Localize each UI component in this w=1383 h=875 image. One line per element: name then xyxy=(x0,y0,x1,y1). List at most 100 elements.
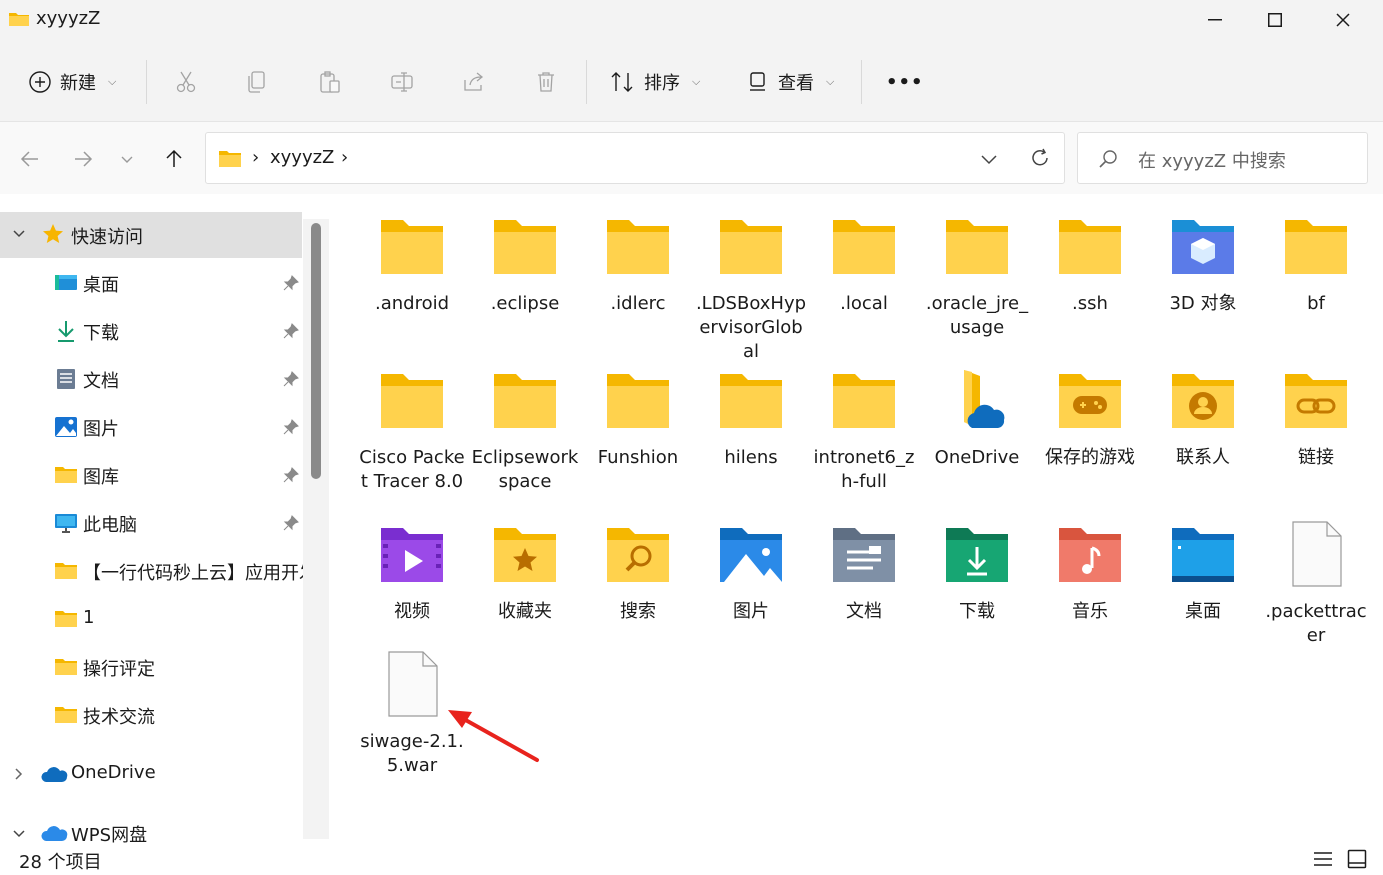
file-item[interactable]: 联系人 xyxy=(1147,366,1259,470)
chevron-right-icon[interactable] xyxy=(12,767,26,781)
wps-cloud-icon xyxy=(41,826,68,841)
pin-icon[interactable] xyxy=(282,418,300,436)
file-name: .local xyxy=(840,293,888,314)
file-item[interactable]: .android xyxy=(356,212,468,316)
file-name: Funshion xyxy=(597,447,679,468)
search-input[interactable]: 在 xyyyzZ 中搜索 xyxy=(1138,147,1286,173)
file-item[interactable]: 3D 对象 xyxy=(1147,212,1259,316)
up-button[interactable] xyxy=(159,144,189,174)
back-button[interactable] xyxy=(15,144,45,174)
file-name: 搜索 xyxy=(620,601,656,622)
rename-button[interactable] xyxy=(390,62,414,102)
sidebar-item-pictures[interactable]: 图片 xyxy=(0,404,302,450)
sidebar-item-gallery[interactable]: 图库 xyxy=(0,452,302,498)
large-icons-view-icon[interactable] xyxy=(1347,849,1367,869)
file-name: 下载 xyxy=(959,601,995,622)
search-box[interactable]: 在 xyyyzZ 中搜索 xyxy=(1077,132,1368,184)
divider xyxy=(861,60,862,104)
details-view-icon[interactable] xyxy=(1313,850,1333,868)
minimize-button[interactable] xyxy=(1185,0,1245,40)
file-item[interactable]: 链接 xyxy=(1260,366,1372,470)
sidebar-item-1[interactable]: 1 xyxy=(0,596,302,642)
file-item[interactable]: 视频 xyxy=(356,520,468,624)
file-item[interactable]: Funshion xyxy=(582,366,694,470)
refresh-icon[interactable] xyxy=(1029,147,1051,169)
pin-icon[interactable] xyxy=(282,370,300,388)
file-name: Cisco Packet Tracer 8.0 xyxy=(359,447,465,492)
file-item[interactable]: siwage-2.1.5.war xyxy=(356,650,468,778)
file-item[interactable]: .packettracer xyxy=(1260,520,1372,648)
chevron-down-icon: ⌵ xyxy=(108,75,117,88)
file-item[interactable]: intronet6_zh-full xyxy=(808,366,920,494)
sidebar-item-tech[interactable]: 技术交流 xyxy=(0,692,302,738)
cut-button[interactable] xyxy=(174,62,198,102)
folder-icon xyxy=(55,467,77,483)
sidebar-item-conduct[interactable]: 操行评定 xyxy=(0,644,302,690)
view-button[interactable]: 查看 ⌵ xyxy=(746,62,834,102)
file-item[interactable]: .ssh xyxy=(1034,212,1146,316)
folder-icon xyxy=(607,374,669,428)
copy-button[interactable] xyxy=(246,62,270,102)
file-item[interactable]: 桌面 xyxy=(1147,520,1259,624)
file-item[interactable]: 保存的游戏 xyxy=(1034,366,1146,470)
file-item[interactable]: .LDSBoxHypervisorGlobal xyxy=(695,212,807,364)
desktop-folder-icon xyxy=(1172,528,1234,582)
sidebar-scrollbar[interactable] xyxy=(303,219,329,839)
games-folder-icon xyxy=(1059,374,1121,428)
file-item[interactable]: .local xyxy=(808,212,920,316)
sidebar-item-label: 桌面 xyxy=(83,275,119,296)
delete-button[interactable] xyxy=(534,62,558,102)
file-name: 文档 xyxy=(846,601,882,622)
file-name: .LDSBoxHypervisorGlobal xyxy=(695,293,807,362)
file-item[interactable]: Cisco Packet Tracer 8.0 xyxy=(356,366,468,494)
file-item[interactable]: 图片 xyxy=(695,520,807,624)
file-item[interactable]: bf xyxy=(1260,212,1372,316)
sidebar-item-desktop[interactable]: 桌面 xyxy=(0,260,302,306)
breadcrumb-chevron-icon[interactable]: › xyxy=(341,147,348,168)
file-item[interactable]: hilens xyxy=(695,366,807,470)
sort-button[interactable]: 排序 ⌵ xyxy=(610,62,700,102)
chevron-down-icon[interactable] xyxy=(12,227,26,241)
pin-icon[interactable] xyxy=(282,274,300,292)
recent-locations-button[interactable] xyxy=(112,144,142,174)
paste-button[interactable] xyxy=(318,62,342,102)
share-button[interactable] xyxy=(462,62,486,102)
file-item[interactable]: Eclipseworkspace xyxy=(469,366,581,494)
sidebar-item-this-pc[interactable]: 此电脑 xyxy=(0,500,302,546)
breadcrumb-item[interactable]: xyyyzZ xyxy=(270,147,334,168)
forward-button[interactable] xyxy=(68,144,98,174)
documents-folder-icon xyxy=(833,528,895,582)
file-item[interactable]: 收藏夹 xyxy=(469,520,581,624)
file-item[interactable]: OneDrive xyxy=(921,366,1033,470)
file-item[interactable]: .eclipse xyxy=(469,212,581,316)
sidebar-item-quick-access[interactable]: 快速访问 xyxy=(0,212,302,258)
folder-icon xyxy=(833,220,895,274)
file-item[interactable]: 下载 xyxy=(921,520,1033,624)
address-bar[interactable]: › xyyyzZ › xyxy=(205,132,1065,184)
sidebar-item-downloads[interactable]: 下载 xyxy=(0,308,302,354)
file-item[interactable]: 搜索 xyxy=(582,520,694,624)
sidebar-item-documents[interactable]: 文档 xyxy=(0,356,302,402)
maximize-button[interactable] xyxy=(1245,0,1305,40)
chevron-down-icon[interactable] xyxy=(979,149,999,169)
close-button[interactable] xyxy=(1313,0,1373,40)
pin-icon[interactable] xyxy=(282,322,300,340)
file-item[interactable]: 文档 xyxy=(808,520,920,624)
file-name: bf xyxy=(1307,293,1325,314)
chevron-down-icon[interactable] xyxy=(12,827,26,841)
scrollbar-thumb[interactable] xyxy=(311,223,321,479)
sidebar-item-onedrive[interactable]: OneDrive xyxy=(0,751,302,797)
sort-label: 排序 xyxy=(644,73,680,94)
new-label: 新建 xyxy=(60,73,96,94)
new-button[interactable]: 新建 ⌵ xyxy=(28,62,116,102)
file-item[interactable]: .idlerc xyxy=(582,212,694,316)
view-label: 查看 xyxy=(778,73,814,94)
sidebar-item-cloud-dev[interactable]: 【一行代码秒上云】应用开发 xyxy=(0,548,305,594)
pin-icon[interactable] xyxy=(282,466,300,484)
more-options-button[interactable]: ••• xyxy=(886,62,924,102)
file-item[interactable]: .oracle_jre_usage xyxy=(921,212,1033,340)
pin-icon[interactable] xyxy=(282,514,300,532)
desktop-icon xyxy=(55,275,77,290)
arrow-left-icon xyxy=(20,151,38,167)
file-item[interactable]: 音乐 xyxy=(1034,520,1146,624)
